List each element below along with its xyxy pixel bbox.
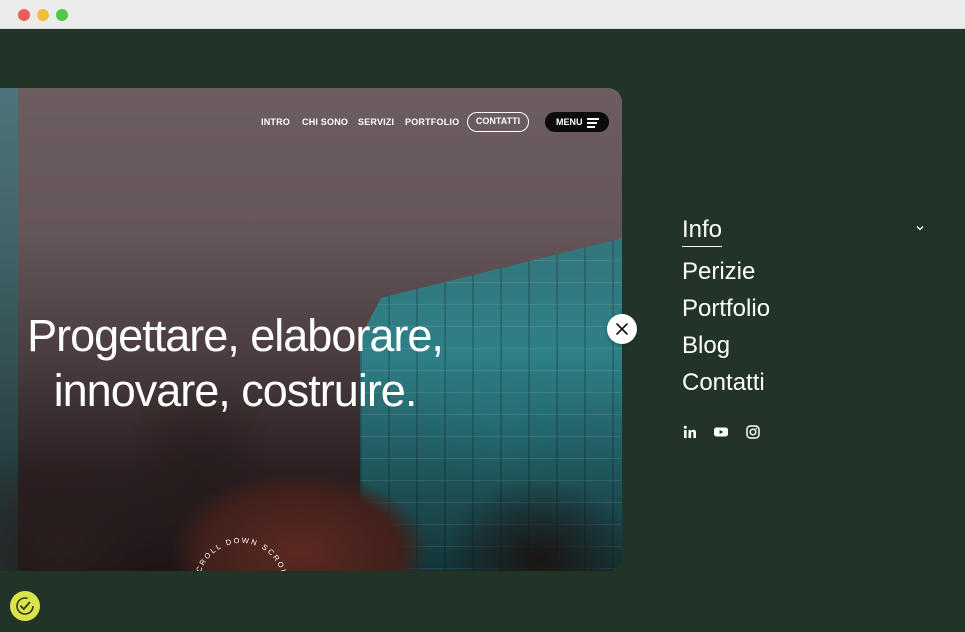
nav-link-servizi[interactable]: SERVIZI (358, 117, 394, 127)
chevron-down-icon[interactable] (916, 225, 924, 231)
top-navigation: INTRO CHI SONO SERVIZI PORTFOLIO CONTATT… (0, 112, 622, 134)
instagram-icon[interactable] (745, 424, 761, 440)
close-menu-button[interactable] (607, 314, 637, 344)
nav-link-portfolio[interactable]: PORTFOLIO (405, 117, 459, 127)
nav-link-chi-sono[interactable]: CHI SONO (302, 117, 348, 127)
maximize-window-icon[interactable] (56, 9, 68, 21)
hamburger-icon (587, 118, 599, 130)
menu-item-contatti[interactable]: Contatti (682, 364, 932, 401)
menu-button[interactable]: MENU (545, 112, 609, 132)
hero-section: INTRO CHI SONO SERVIZI PORTFOLIO CONTATT… (0, 88, 622, 571)
close-window-icon[interactable] (18, 9, 30, 21)
close-icon (616, 323, 628, 335)
linkedin-icon[interactable] (682, 424, 698, 440)
menu-item-perizie[interactable]: Perizie (682, 253, 932, 290)
menu-item-portfolio[interactable]: Portfolio (682, 290, 932, 327)
cookie-check-icon (16, 597, 34, 615)
menu-item-info-row[interactable]: Info (682, 213, 932, 253)
browser-titlebar (0, 0, 965, 29)
scroll-down-text: SCROLL DOWN SCROLL DOWN (192, 536, 288, 571)
minimize-window-icon[interactable] (37, 9, 49, 21)
menu-item-blog[interactable]: Blog (682, 327, 932, 364)
cookie-consent-button[interactable] (10, 591, 40, 621)
youtube-icon[interactable] (713, 424, 729, 440)
nav-link-intro[interactable]: INTRO (261, 117, 290, 127)
menu-button-label: MENU (556, 117, 583, 127)
contact-button[interactable]: CONTATTI (467, 112, 529, 132)
scroll-down-ring[interactable]: SCROLL DOWN SCROLL DOWN (186, 530, 296, 571)
menu-item-info[interactable]: Info (682, 213, 723, 247)
hero-headline-line-1: Progettare, elaborare, (27, 310, 444, 362)
hero-headline-line-2: innovare, costruire. (53, 365, 418, 417)
svg-text:SCROLL DOWN SCROLL DOWN: SCROLL DOWN SCROLL DOWN (192, 536, 290, 571)
hero-headline: Progettare, elaborare, innovare, costrui… (0, 308, 470, 418)
side-menu: Info Perizie Portfolio Blog Contatti (682, 213, 932, 401)
